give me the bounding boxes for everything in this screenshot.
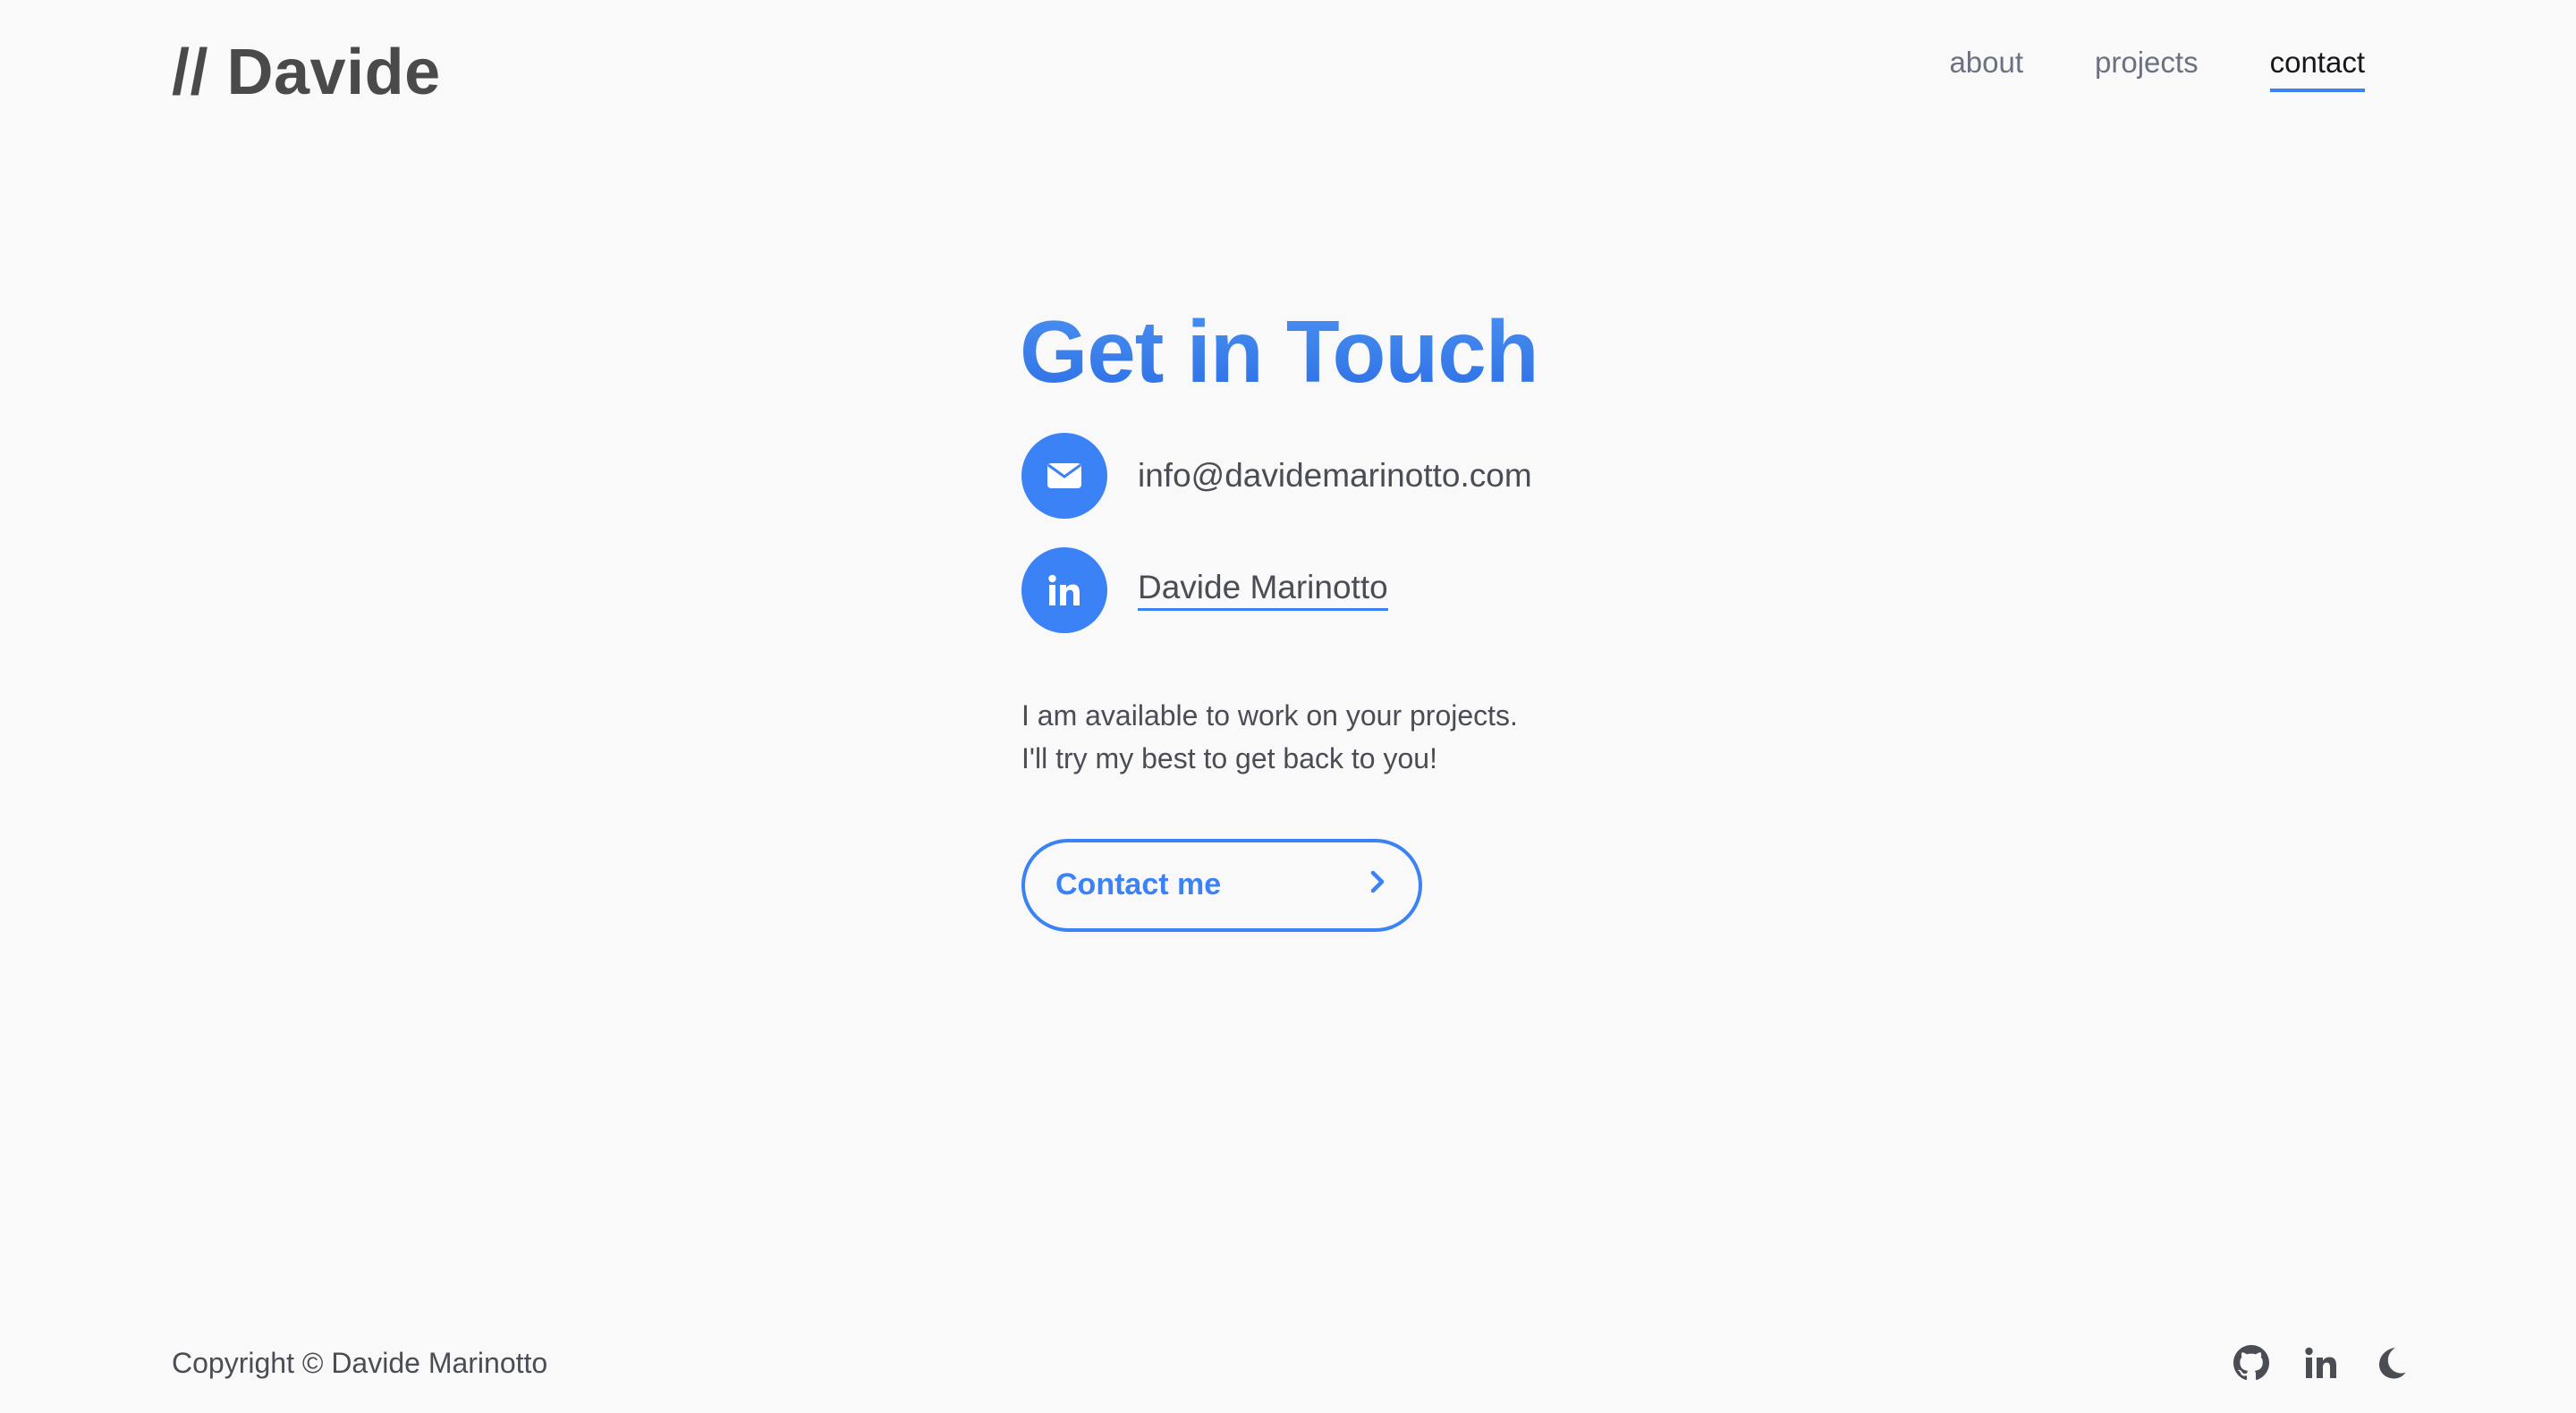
email-address: info@davidemarinotto.com [1138,456,1532,494]
contact-me-button[interactable]: Contact me [1021,838,1422,932]
linkedin-footer-icon[interactable] [2302,1344,2340,1382]
availability-line-1: I am available to work on your projects. [1021,698,1518,732]
nav-link-projects[interactable]: projects [2095,46,2199,92]
main-nav: about projects contact [1949,46,2365,92]
copyright-text: Copyright © Davide Marinotto [172,1346,548,1379]
page: // Davide about projects contact Get in … [0,0,2576,1413]
envelope-icon [1021,432,1107,519]
contact-section: Get in Touch info@davidemarinotto.com Da… [1020,303,1648,932]
nav-link-contact[interactable]: contact [2269,46,2365,92]
linkedin-row: Davide Marinotto [1021,546,1648,633]
github-icon[interactable] [2233,1344,2270,1382]
page-title: Get in Touch [1020,303,1648,401]
nav-link-about[interactable]: about [1949,46,2023,92]
contact-me-label: Contact me [1055,867,1222,902]
footer: Copyright © Davide Marinotto [172,1338,2410,1388]
linkedin-profile-link[interactable]: Davide Marinotto [1138,569,1388,612]
availability-line-2: I'll try my best to get back to you! [1021,741,1437,774]
availability-text: I am available to work on your projects.… [1021,694,1648,780]
footer-icons [2233,1344,2410,1382]
email-row: info@davidemarinotto.com [1021,432,1648,519]
linkedin-icon [1021,546,1107,633]
site-logo[interactable]: // Davide [172,36,441,109]
chevron-right-icon [1368,867,1386,902]
moon-icon[interactable] [2372,1344,2410,1382]
header: // Davide about projects contact [172,32,2365,113]
